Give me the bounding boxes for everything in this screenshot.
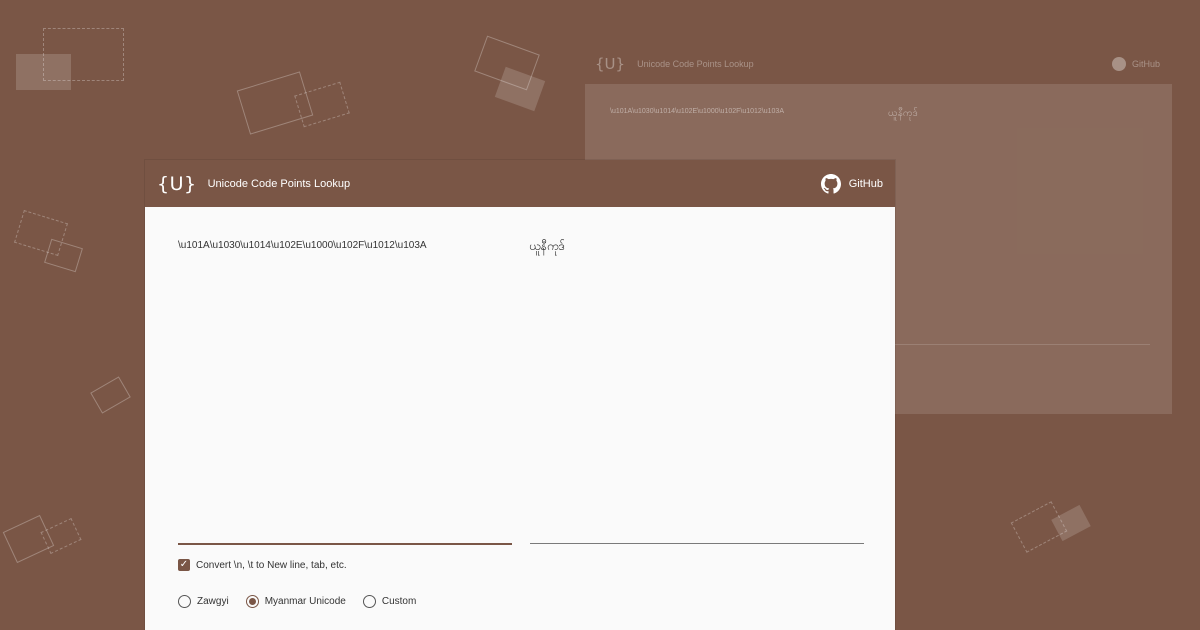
background-input-text: \u101A\u1030\u1014\u102E\u1000\u102F\u10… [610, 108, 784, 115]
github-link[interactable]: GitHub [820, 173, 883, 194]
github-icon [820, 173, 841, 194]
background-window-header: {U} Unicode Code Points Lookup GitHub [585, 44, 1172, 84]
radio-button-unchecked[interactable] [362, 595, 376, 608]
background-github-label: GitHub [1131, 59, 1160, 69]
radio-myanmar-unicode[interactable]: Myanmar Unicode [245, 595, 346, 608]
radio-button-checked[interactable] [245, 595, 259, 608]
github-label: GitHub [848, 177, 883, 190]
background-output-text: ယူနီကုဒ် [888, 108, 918, 119]
radio-custom[interactable]: Custom [362, 595, 417, 608]
convert-escapes-option[interactable]: ✓ Convert \n, \t to New line, tab, etc. [178, 559, 347, 571]
divider [888, 344, 1150, 345]
decor-rect [494, 66, 546, 112]
app-header: {U} Unicode Code Points Lookup GitHub [145, 160, 895, 207]
convert-escapes-checkbox[interactable]: ✓ [178, 559, 190, 571]
output-underline [530, 543, 864, 544]
convert-escapes-label: Convert \n, \t to New line, tab, etc. [196, 559, 347, 571]
decor-rect [16, 54, 71, 90]
radio-label: Zawgyi [197, 596, 229, 607]
code-points-input[interactable]: \u101A\u1030\u1014\u102E\u1000\u102F\u10… [178, 240, 427, 251]
converted-output[interactable]: ယူနီကုဒ် [529, 238, 565, 256]
radio-dot [248, 598, 256, 605]
radio-zawgyi[interactable]: Zawgyi [178, 595, 229, 608]
input-underline [178, 543, 512, 545]
radio-label: Myanmar Unicode [264, 596, 346, 607]
encoding-radio-group: Zawgyi Myanmar Unicode Custom [178, 595, 433, 608]
decor-rect [44, 238, 83, 273]
background-title: Unicode Code Points Lookup [637, 59, 754, 69]
decor-rect [90, 376, 131, 414]
app-logo: {U} [157, 172, 197, 195]
background-github-link: GitHub [1111, 57, 1160, 71]
background-logo: {U} [595, 55, 626, 73]
app-window: {U} Unicode Code Points Lookup GitHub \u… [145, 160, 895, 630]
app-title: Unicode Code Points Lookup [207, 177, 351, 190]
radio-label: Custom [381, 596, 417, 607]
radio-button-unchecked[interactable] [178, 595, 191, 608]
github-icon [1111, 57, 1126, 71]
